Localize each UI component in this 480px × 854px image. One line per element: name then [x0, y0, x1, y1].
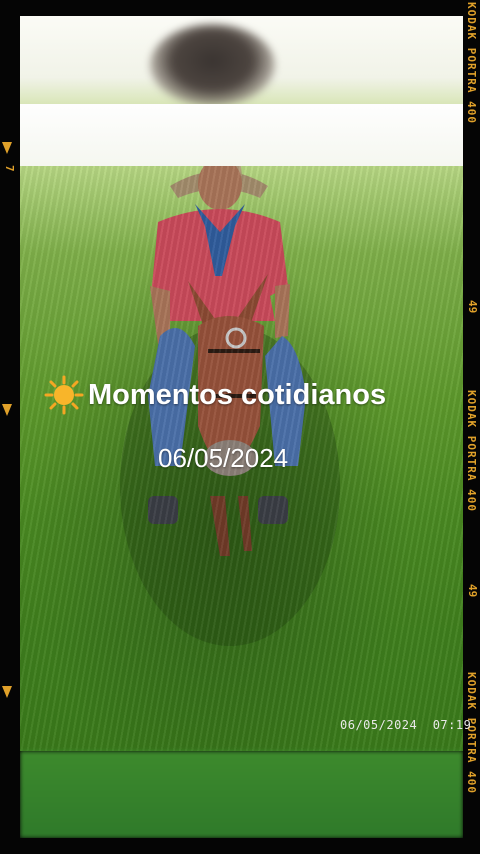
blurred-bottom-photo — [20, 751, 463, 838]
film-label-1: KODAK PORTRA 400 — [465, 2, 478, 124]
sky-strip — [20, 104, 463, 174]
film-arrow-icon — [2, 404, 12, 416]
film-label-2: KODAK PORTRA 400 — [465, 390, 478, 512]
sun-icon — [44, 375, 84, 415]
film-arrow-icon — [2, 686, 12, 698]
caption: Momentos cotidianos — [44, 375, 386, 415]
film-label-3: KODAK PORTRA 400 — [465, 672, 478, 794]
caption-date: 06/05/2024 — [158, 443, 289, 473]
mule — [188, 274, 268, 556]
camera-timestamp: 06/05/2024 07:19 — [340, 718, 472, 732]
film-number-1: 49 — [466, 300, 479, 314]
film-arrow-icon — [2, 142, 12, 154]
blurred-face — [150, 24, 275, 106]
frame-number: 7 — [3, 165, 16, 172]
film-number-2: 49 — [466, 584, 479, 598]
caption-title: Momentos cotidianos — [88, 378, 387, 411]
shadow — [120, 326, 340, 646]
photo — [20, 16, 463, 838]
